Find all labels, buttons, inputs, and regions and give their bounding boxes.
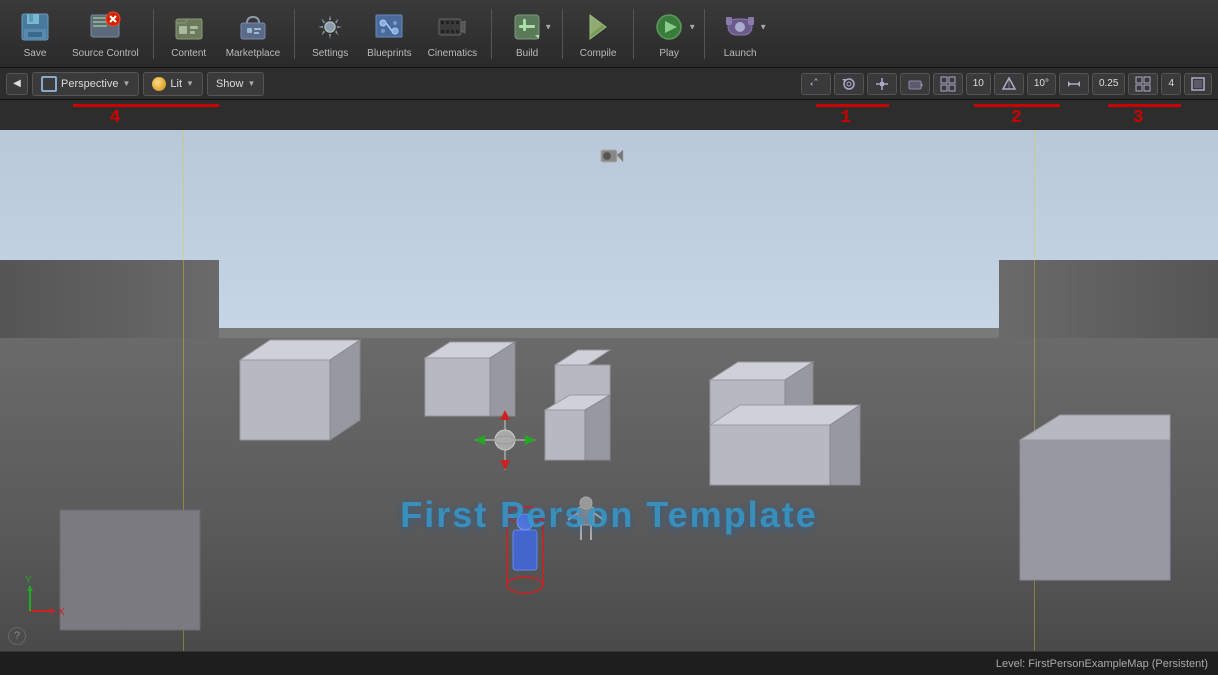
red-bar-1 — [816, 104, 889, 107]
red-bar-3 — [1108, 104, 1181, 107]
lit-label: Lit — [170, 78, 182, 90]
rotate-mode-button[interactable] — [834, 73, 864, 95]
angle-size-value[interactable]: 10° — [1027, 73, 1056, 95]
viewport-count-value[interactable]: 4 — [1161, 73, 1181, 95]
status-bar: Level: FirstPersonExampleMap (Persistent… — [0, 651, 1218, 675]
marketplace-button[interactable]: Marketplace — [220, 5, 286, 63]
settings-label: Settings — [312, 48, 348, 59]
cinematics-button[interactable]: Cinematics — [422, 5, 483, 63]
scale-size-value[interactable]: 0.25 — [1092, 73, 1125, 95]
marketplace-label: Marketplace — [226, 48, 280, 59]
toolbar-separator-1 — [153, 9, 154, 59]
cinematics-label: Cinematics — [428, 48, 477, 59]
lit-button[interactable]: Lit ▼ — [143, 72, 203, 96]
angle-size-label: 10° — [1034, 78, 1049, 89]
blueprints-button[interactable]: Blueprints — [361, 5, 417, 63]
3d-viewport[interactable]: First Person Template X Y ? — [0, 130, 1218, 651]
launch-button[interactable]: ▼ Launch — [713, 5, 767, 63]
scale-snap-button[interactable] — [1059, 73, 1089, 95]
viewport-layout-button[interactable] — [1128, 73, 1158, 95]
play-button[interactable]: ▼ Play — [642, 5, 696, 63]
svg-text:X: X — [58, 607, 65, 618]
bar-number-3: 3 — [1133, 108, 1144, 128]
toolbar-separator-5 — [633, 9, 634, 59]
camera-speed-button[interactable] — [900, 73, 930, 95]
xyz-axis-indicator: X Y — [20, 571, 70, 621]
save-label: Save — [24, 48, 47, 59]
main-toolbar: Save Source Control — [0, 0, 1218, 68]
content-button[interactable]: Content — [162, 5, 216, 63]
play-label: Play — [659, 48, 678, 59]
transform-mode-button[interactable] — [801, 73, 831, 95]
viewport-right-controls: 10 10° 0.25 — [801, 73, 1212, 95]
grid-size-value[interactable]: 10 — [966, 73, 991, 95]
fps-template-text: First Person Template — [400, 494, 817, 536]
build-label: Build — [516, 48, 538, 59]
toolbar-separator-3 — [491, 9, 492, 59]
lit-arrow: ▼ — [186, 79, 194, 88]
svg-text:Y: Y — [25, 575, 32, 586]
toolbar-separator-6 — [704, 9, 705, 59]
perspective-label: Perspective — [61, 78, 118, 90]
source-control-label: Source Control — [72, 48, 139, 59]
level-info: Level: FirstPersonExampleMap (Persistent… — [996, 658, 1208, 670]
show-arrow: ▼ — [247, 79, 255, 88]
bar-number-4: 4 — [110, 108, 121, 128]
toolbar-separator-4 — [562, 9, 563, 59]
column-line-left — [183, 130, 184, 651]
lit-icon — [152, 77, 166, 91]
source-control-button[interactable]: Source Control — [66, 5, 145, 63]
maximize-button[interactable] — [1184, 73, 1212, 95]
bar-number-2: 2 — [1011, 108, 1022, 128]
compile-label: Compile — [580, 48, 617, 59]
toolbar-separator-2 — [294, 9, 295, 59]
scale-size-label: 0.25 — [1099, 78, 1118, 89]
annotation-bar: 4 1 2 3 — [0, 100, 1218, 130]
scale-mode-button[interactable] — [867, 73, 897, 95]
show-button[interactable]: Show ▼ — [207, 72, 264, 96]
perspective-button[interactable]: Perspective ▼ — [32, 72, 139, 96]
red-bar-4 — [73, 104, 219, 107]
compile-button[interactable]: Compile — [571, 5, 625, 63]
column-line-right — [1034, 130, 1035, 651]
viewport-toolbar: ◀ Perspective ▼ Lit ▼ Show ▼ — [0, 68, 1218, 100]
save-button[interactable]: Save — [8, 5, 62, 63]
show-label: Show — [216, 78, 244, 90]
bar-number-1: 1 — [840, 108, 851, 128]
perspective-icon — [41, 76, 57, 92]
grid-snap-button[interactable] — [933, 73, 963, 95]
viewport-count-label: 4 — [1168, 78, 1174, 89]
build-button[interactable]: ▼ Build — [500, 5, 554, 63]
content-label: Content — [171, 48, 206, 59]
launch-label: Launch — [724, 48, 757, 59]
viewport-toggle-button[interactable]: ◀ — [6, 73, 28, 95]
settings-button[interactable]: Settings — [303, 5, 357, 63]
perspective-arrow: ▼ — [122, 79, 130, 88]
blueprints-label: Blueprints — [367, 48, 411, 59]
red-bar-2 — [974, 104, 1059, 107]
grid-size-label: 10 — [973, 78, 984, 89]
angle-snap-button[interactable] — [994, 73, 1024, 95]
help-button[interactable]: ? — [8, 627, 26, 645]
